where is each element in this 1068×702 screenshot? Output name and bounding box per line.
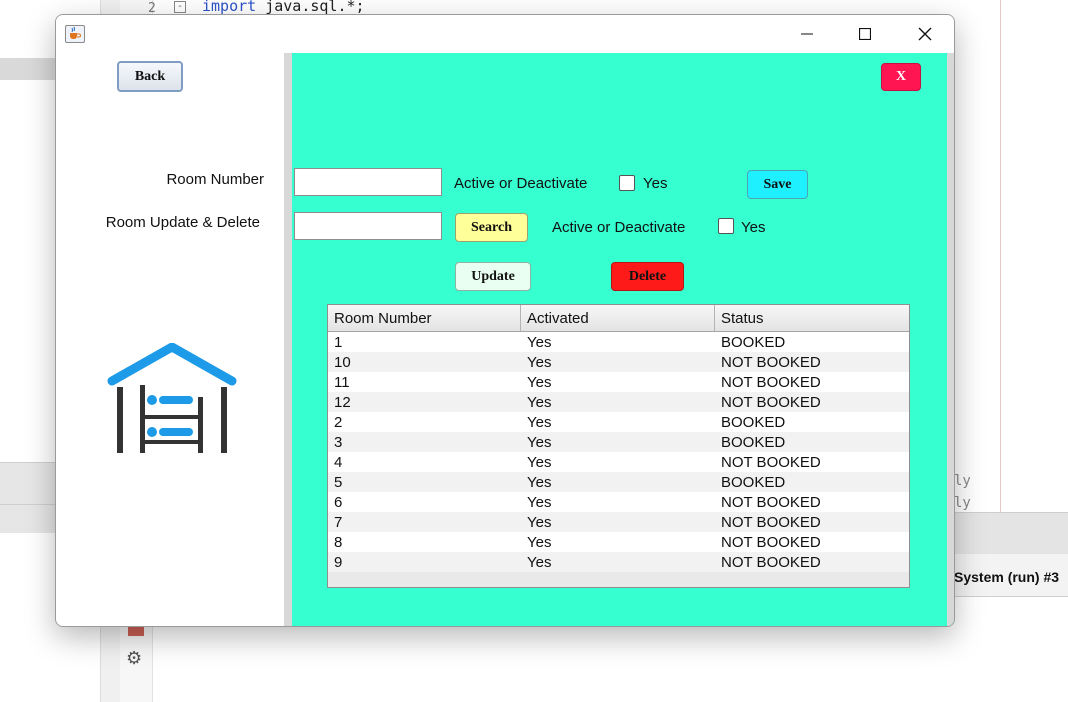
room-number-field[interactable]: [294, 168, 442, 196]
cell-status: NOT BOOKED: [721, 494, 821, 511]
cell-status: NOT BOOKED: [721, 534, 821, 551]
minimize-button[interactable]: [778, 15, 836, 53]
cell-status: BOOKED: [721, 414, 786, 431]
cell-activated: Yes: [527, 394, 552, 411]
delete-button[interactable]: Delete: [611, 262, 684, 291]
cell-room-number: 7: [334, 514, 343, 531]
active-yes-label[interactable]: Yes: [643, 175, 667, 192]
search-button[interactable]: Search: [455, 213, 528, 242]
tools-icon[interactable]: ⚙: [126, 648, 142, 669]
ide-code-fragment: ly: [954, 495, 971, 511]
cell-room-number: 6: [334, 494, 343, 511]
rooms-table: Room Number Activated Status 1 Yes BOOKED …: [327, 304, 910, 588]
cell-room-number: 1: [334, 334, 343, 351]
maximize-icon: [859, 28, 871, 40]
update-active-yes-label[interactable]: Yes: [741, 219, 765, 236]
cell-status: NOT BOOKED: [721, 394, 821, 411]
table-row[interactable]: 6 Yes NOT BOOKED: [328, 492, 909, 512]
cell-activated: Yes: [527, 514, 552, 531]
table-row[interactable]: 8 Yes NOT BOOKED: [328, 532, 909, 552]
cell-activated: Yes: [527, 534, 552, 551]
ide-code-line: import java.sql.*;: [202, 0, 365, 15]
minimize-icon: [801, 33, 813, 35]
cell-activated: Yes: [527, 354, 552, 371]
ide-margin-line: [1000, 0, 1001, 512]
ide-left-divider: [0, 504, 56, 505]
table-body: 1 Yes BOOKED 10 Yes NOT BOOKED 11 Yes NOT BOOK…: [328, 332, 909, 572]
cell-activated: Yes: [527, 554, 552, 571]
active-checkbox[interactable]: [619, 175, 635, 191]
table-row[interactable]: 10 Yes NOT BOOKED: [328, 352, 909, 372]
table-row[interactable]: 5 Yes BOOKED: [328, 472, 909, 492]
table-row[interactable]: 11 Yes NOT BOOKED: [328, 372, 909, 392]
cell-activated: Yes: [527, 374, 552, 391]
cell-room-number: 3: [334, 434, 343, 451]
ide-left-band: [0, 58, 56, 80]
cell-status: NOT BOOKED: [721, 514, 821, 531]
ide-code-rest: java.sql.*;: [256, 0, 365, 15]
room-search-field[interactable]: [294, 212, 442, 240]
cell-room-number: 2: [334, 414, 343, 431]
column-header-status[interactable]: Status: [715, 305, 909, 331]
ide-left-panel: [0, 462, 56, 533]
column-header-room-number[interactable]: Room Number: [328, 305, 521, 331]
cell-status: NOT BOOKED: [721, 374, 821, 391]
ide-code-keyword: import: [202, 0, 257, 15]
save-button[interactable]: Save: [747, 170, 808, 199]
table-row[interactable]: 12 Yes NOT BOOKED: [328, 392, 909, 412]
ide-output-tab-bar: [954, 512, 1068, 555]
active-deactivate-label: Active or Deactivate: [454, 175, 588, 192]
cell-room-number: 10: [334, 354, 351, 371]
cell-status: BOOKED: [721, 334, 786, 351]
cell-room-number: 9: [334, 554, 343, 571]
update-active-deactivate-label: Active or Deactivate: [552, 219, 686, 236]
left-panel: [56, 53, 284, 626]
room-update-delete-label: Room Update & Delete: [105, 214, 260, 231]
cell-status: NOT BOOKED: [721, 354, 821, 371]
ide-code-fragment: ly: [954, 473, 971, 489]
cell-activated: Yes: [527, 434, 552, 451]
cell-activated: Yes: [527, 494, 552, 511]
room-number-label: Room Number: [166, 171, 264, 188]
column-header-activated[interactable]: Activated: [521, 305, 715, 331]
ide-run-status[interactable]: System (run) #3: [954, 569, 1059, 585]
panel-edge: [947, 53, 954, 626]
cell-room-number: 8: [334, 534, 343, 551]
java-cup-icon: [65, 25, 85, 43]
cell-status: BOOKED: [721, 434, 786, 451]
cell-status: BOOKED: [721, 474, 786, 491]
cell-status: NOT BOOKED: [721, 454, 821, 471]
table-row[interactable]: 4 Yes NOT BOOKED: [328, 452, 909, 472]
close-icon: [918, 27, 932, 41]
bunk-bed-house-icon: [106, 342, 238, 461]
table-row[interactable]: 2 Yes BOOKED: [328, 412, 909, 432]
cell-room-number: 5: [334, 474, 343, 491]
close-window-button[interactable]: [896, 15, 954, 53]
title-bar[interactable]: [56, 15, 954, 53]
maximize-button[interactable]: [836, 15, 894, 53]
table-header: Room Number Activated Status: [328, 305, 909, 332]
cell-activated: Yes: [527, 414, 552, 431]
cell-activated: Yes: [527, 474, 552, 491]
room-management-window: Back X Room Number Room Update & Delete …: [55, 14, 955, 627]
cell-room-number: 4: [334, 454, 343, 471]
cell-activated: Yes: [527, 334, 552, 351]
cell-activated: Yes: [527, 454, 552, 471]
panel-divider: [284, 53, 292, 626]
table-row[interactable]: 9 Yes NOT BOOKED: [328, 552, 909, 572]
table-row[interactable]: 3 Yes BOOKED: [328, 432, 909, 452]
close-x-button[interactable]: X: [881, 63, 921, 91]
update-active-checkbox[interactable]: [718, 218, 734, 234]
table-row[interactable]: 7 Yes NOT BOOKED: [328, 512, 909, 532]
cell-room-number: 11: [334, 374, 350, 391]
cell-status: NOT BOOKED: [721, 554, 821, 571]
table-row[interactable]: 1 Yes BOOKED: [328, 332, 909, 352]
cell-room-number: 12: [334, 394, 351, 411]
back-button[interactable]: Back: [117, 61, 183, 92]
update-button[interactable]: Update: [455, 262, 531, 291]
ide-fold-icon[interactable]: -: [174, 1, 186, 13]
